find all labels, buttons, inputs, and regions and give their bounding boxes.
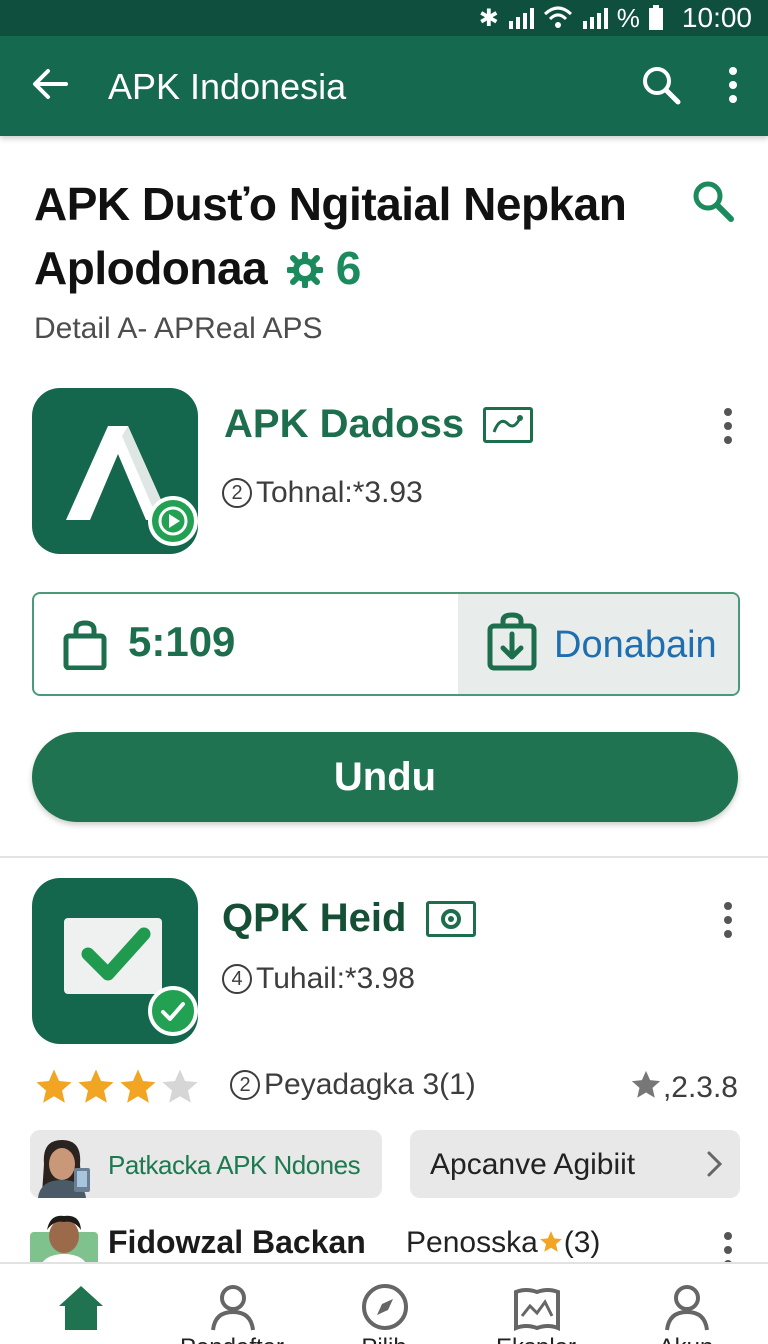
account-icon	[665, 1285, 709, 1331]
user-name: Fidowzal Backan	[108, 1224, 366, 1260]
chevron-right-icon	[707, 1151, 723, 1177]
nav-label: Pilih	[314, 1334, 454, 1344]
nav-label: Akun	[616, 1334, 756, 1344]
battery-text: %	[616, 2, 640, 33]
nav-label: Pendaftar	[162, 1334, 302, 1344]
page-title-line2: Aplodonaa 6	[34, 236, 674, 300]
status-time: 10:00	[681, 2, 752, 33]
nav-label: Eksplor	[466, 1334, 606, 1344]
download-label: Donabain	[554, 624, 717, 666]
rating-row: 2 Peyadagka 3(1) ,2.3.8	[32, 1064, 738, 1108]
app-bar-title: APK Indonesia	[108, 66, 347, 107]
gear-icon	[286, 251, 325, 289]
app-name-text: QPK Heid	[222, 896, 407, 940]
meta-text: Tuhail:*3.98	[256, 962, 415, 995]
download-button[interactable]: Donabain	[458, 594, 738, 694]
meta-number: 2	[222, 478, 252, 508]
check-icon	[161, 1002, 185, 1021]
status-icons: ✱ % 10:00	[479, 0, 752, 36]
page-title-text: Aplodonaa	[34, 242, 268, 294]
wifi-icon	[543, 6, 572, 28]
app-name[interactable]: QPK Heid	[222, 896, 476, 941]
search-icon[interactable]	[690, 178, 736, 224]
category-chip[interactable]: Apcanve Agibiit	[410, 1130, 740, 1198]
app-icon-apk-dadoss[interactable]	[32, 388, 198, 554]
nav-profile[interactable]: Pendaftar	[162, 1264, 302, 1344]
star-filled-icon	[78, 1069, 114, 1103]
play-icon	[158, 506, 188, 536]
page-title-line1: APK Dusťo Ngitaial Nepkan	[34, 178, 627, 230]
rating-number: 2	[230, 1070, 260, 1100]
section-divider	[0, 856, 768, 858]
more-vert-icon[interactable]	[720, 902, 736, 942]
app-name-text: APK Dadoss	[224, 402, 465, 446]
app-tag-icon	[483, 407, 534, 443]
app-tag-icon	[425, 901, 476, 937]
rating-score: ,2.3.8	[629, 1068, 738, 1105]
back-arrow-icon[interactable]	[30, 64, 70, 104]
app-name[interactable]: APK Dadoss	[224, 402, 534, 447]
meta-number: 4	[222, 964, 252, 994]
shopping-bag-icon	[63, 620, 107, 670]
star-empty-icon	[162, 1069, 198, 1103]
page-title: APK Dusťo Ngitaial Nepkan Aplodonaa 6	[34, 172, 674, 300]
rating-text: 2 Peyadagka 3(1)	[230, 1068, 476, 1102]
nav-library[interactable]: Eksplor	[466, 1264, 606, 1344]
bluetooth-icon: ✱	[478, 4, 499, 32]
app-icon-qpk-heid[interactable]	[32, 878, 198, 1044]
avatar	[34, 1134, 96, 1198]
star-icon	[631, 1070, 661, 1098]
star-filled-icon	[120, 1069, 156, 1103]
user-role-text: Penosska	[406, 1226, 538, 1259]
price-section: 5:109	[34, 594, 458, 694]
nav-explore[interactable]: Pilih	[314, 1264, 454, 1344]
status-bar: ✱ % 10:00	[0, 0, 768, 36]
more-vert-icon[interactable]	[720, 408, 736, 448]
price-download-card: 5:109 Donabain	[32, 592, 740, 696]
promo-chip-label: Patkacka APK Ndones	[108, 1150, 361, 1180]
search-icon[interactable]	[640, 64, 682, 106]
battery-icon	[648, 5, 663, 30]
person-icon	[211, 1285, 255, 1331]
title-badge: 6	[286, 242, 362, 294]
signal-icon-2	[582, 8, 608, 29]
app-bar: APK Indonesia	[0, 36, 768, 136]
app-meta: 2 Tohnal:*3.93	[222, 476, 423, 510]
signal-icon	[508, 8, 534, 29]
download-bag-icon	[487, 612, 537, 671]
app-meta: 4 Tuhail:*3.98	[222, 962, 415, 996]
user-role-count: (3)	[563, 1226, 601, 1259]
nav-home[interactable]	[10, 1264, 150, 1344]
book-icon	[514, 1288, 560, 1331]
star-filled-icon	[36, 1069, 72, 1103]
more-vert-icon[interactable]	[718, 64, 748, 106]
promo-chip[interactable]: Patkacka APK Ndones	[30, 1130, 382, 1198]
star-rating	[32, 1066, 200, 1113]
play-badge	[148, 496, 198, 546]
page-subtitle: Detail A- APReal APS	[34, 312, 323, 345]
home-icon	[59, 1286, 103, 1330]
compass-icon	[362, 1284, 408, 1330]
title-badge-count: 6	[335, 242, 362, 294]
price-value: 5:109	[128, 618, 236, 665]
star-icon	[539, 1231, 562, 1252]
user-role: Penosska (3)	[406, 1226, 600, 1260]
rating-label: Peyadagka 3(1)	[264, 1068, 476, 1101]
bottom-nav: Pendaftar Pilih Eksplor Akun	[0, 1262, 768, 1344]
meta-text: Tohnal:*3.93	[256, 476, 423, 509]
category-chip-label: Apcanve Agibiit	[430, 1148, 636, 1181]
download-primary-button[interactable]: Undu	[32, 732, 738, 822]
check-badge	[148, 986, 198, 1036]
rating-score-text: ,2.3.8	[662, 1071, 738, 1104]
nav-account[interactable]: Akun	[616, 1264, 756, 1344]
